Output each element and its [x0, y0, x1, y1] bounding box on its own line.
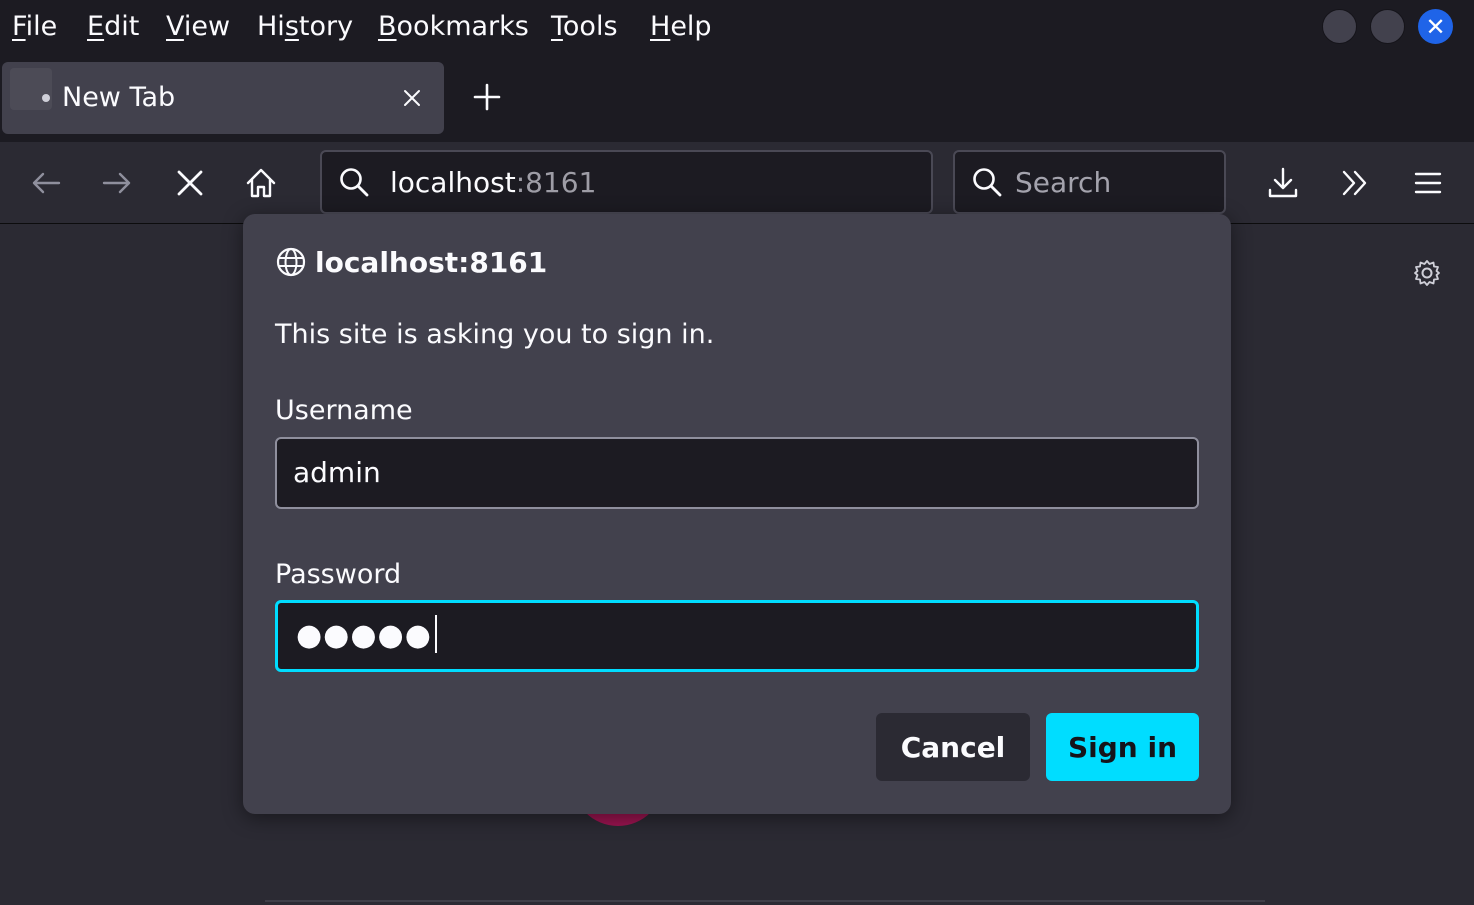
password-field[interactable]: ●●●●●	[275, 600, 1199, 672]
search-icon	[340, 168, 369, 197]
forward-arrow-icon[interactable]	[100, 166, 134, 200]
text-caret	[434, 615, 437, 653]
username-value: admin	[293, 456, 381, 489]
gear-icon[interactable]	[1412, 258, 1442, 288]
tab-strip: New Tab	[0, 56, 1474, 142]
tab-title: New Tab	[62, 82, 176, 113]
menu-bar: File Edit View History Bookmarks Tools H…	[0, 0, 1474, 56]
url-bar[interactable]: localhost:8161	[320, 150, 933, 214]
download-icon[interactable]	[1266, 166, 1300, 200]
auth-dialog: localhost:8161 This site is asking you t…	[243, 214, 1231, 814]
url-text[interactable]: localhost:8161	[390, 166, 596, 200]
close-window-button[interactable]: ✕	[1418, 9, 1453, 44]
menu-history[interactable]: History	[257, 10, 353, 44]
dialog-origin: localhost:8161	[315, 246, 548, 279]
search-icon	[973, 168, 1002, 197]
password-label: Password	[275, 559, 402, 590]
username-label: Username	[275, 395, 413, 426]
minimize-window-button[interactable]	[1322, 9, 1357, 44]
navigation-toolbar: localhost:8161 Search	[0, 142, 1474, 224]
divider	[265, 900, 1265, 902]
loading-dot-icon	[42, 94, 50, 102]
maximize-window-button[interactable]	[1370, 9, 1405, 44]
menu-file[interactable]: File	[12, 10, 57, 44]
plus-icon[interactable]	[470, 80, 504, 114]
menu-tools[interactable]: Tools	[551, 10, 618, 44]
stop-icon[interactable]	[173, 166, 207, 200]
search-placeholder: Search	[1015, 166, 1112, 199]
menu-view[interactable]: View	[166, 10, 230, 44]
home-icon[interactable]	[244, 166, 278, 200]
sign-in-button[interactable]: Sign in	[1046, 713, 1199, 781]
search-bar[interactable]: Search	[953, 150, 1226, 214]
tab-favicon	[10, 68, 52, 110]
dialog-message: This site is asking you to sign in.	[275, 319, 715, 350]
menu-help[interactable]: Help	[650, 10, 712, 44]
password-value: ●●●●●	[296, 618, 432, 653]
menu-bookmarks[interactable]: Bookmarks	[378, 10, 529, 44]
username-field[interactable]: admin	[275, 437, 1199, 509]
menu-edit[interactable]: Edit	[87, 10, 139, 44]
cancel-button[interactable]: Cancel	[876, 713, 1030, 781]
hamburger-menu-icon[interactable]	[1411, 166, 1445, 200]
globe-icon	[276, 247, 306, 277]
close-icon[interactable]	[398, 84, 426, 112]
tab-new-tab[interactable]: New Tab	[2, 62, 444, 134]
back-arrow-icon[interactable]	[29, 166, 63, 200]
overflow-chevrons-icon[interactable]	[1338, 166, 1372, 200]
close-icon: ✕	[1425, 12, 1446, 41]
